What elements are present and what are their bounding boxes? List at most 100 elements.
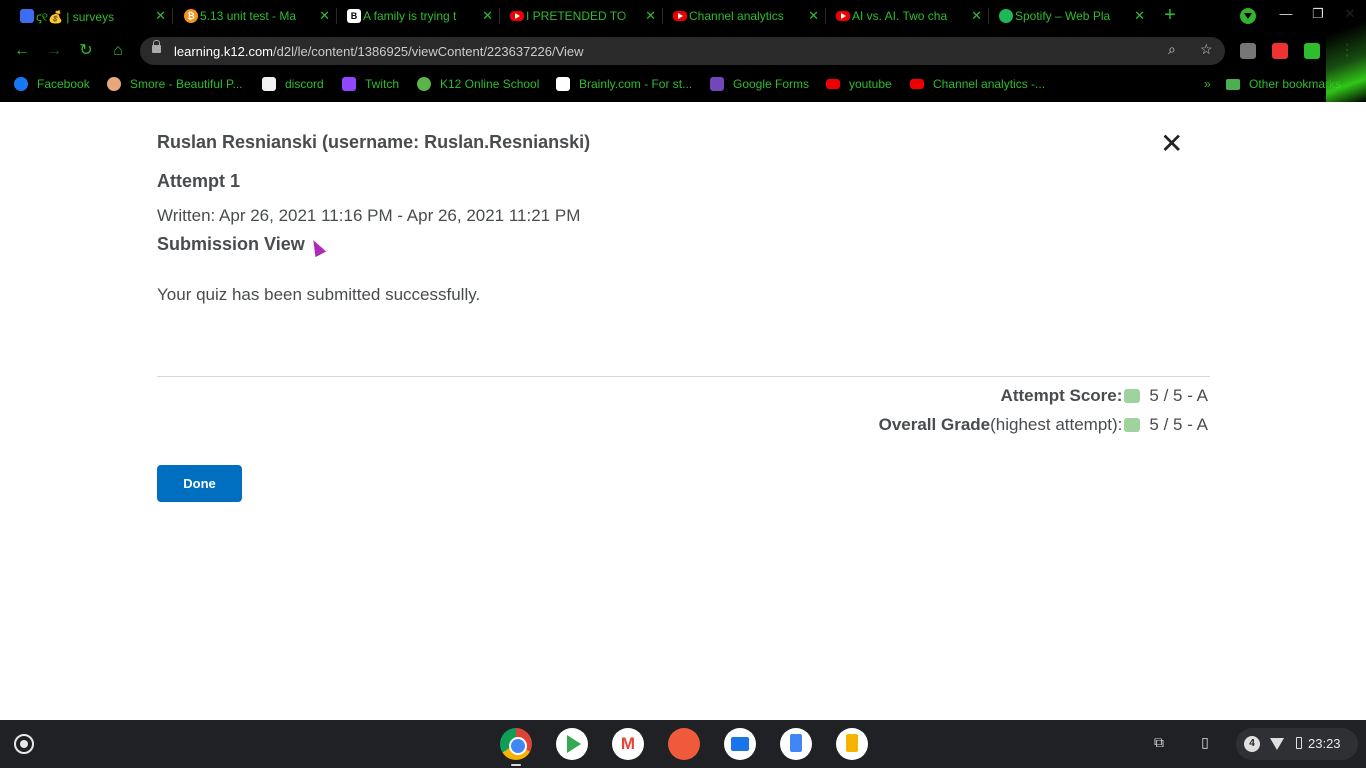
- close-tab-icon[interactable]: ✕: [808, 8, 819, 24]
- bookmark-label: Facebook: [37, 77, 90, 91]
- tab-separator: [988, 8, 989, 24]
- url-host: learning.k12.com: [174, 44, 273, 59]
- zoom-icon[interactable]: ⌕: [1168, 41, 1176, 58]
- forward-arrow-icon[interactable]: →: [45, 42, 63, 60]
- youtube-favicon-icon: [836, 11, 850, 21]
- google-forms-icon: [710, 77, 724, 91]
- tab-separator: [172, 8, 173, 24]
- minimize-icon[interactable]: —: [1276, 6, 1296, 21]
- bookmark-brainly[interactable]: Brainly.com - For st...: [556, 76, 692, 92]
- submission-message: Your quiz has been submitted successfull…: [157, 285, 481, 304]
- attempt-score-label: Attempt Score:: [1000, 386, 1123, 405]
- kebab-menu-icon[interactable]: ⋮: [1338, 42, 1356, 60]
- survey-favicon-icon: [20, 9, 34, 23]
- bookmark-google-forms[interactable]: Google Forms: [710, 76, 809, 92]
- bookmark-facebook[interactable]: Facebook: [14, 76, 90, 92]
- bookmark-label: Channel analytics -...: [933, 77, 1046, 91]
- extension-icon[interactable]: [1240, 43, 1256, 59]
- bookmark-discord[interactable]: discord: [262, 76, 324, 92]
- done-button[interactable]: Done: [157, 465, 242, 502]
- google-slides-icon[interactable]: [836, 728, 868, 760]
- bookmark-label: Smore - Beautiful P...: [130, 77, 243, 91]
- reload-icon[interactable]: ↻: [77, 42, 95, 60]
- tab-separator: [662, 8, 663, 24]
- close-window-icon[interactable]: ✕: [1340, 6, 1360, 22]
- tab-surveys[interactable]: ꞔ୧💰 | surveys ✕: [14, 0, 172, 32]
- tab-unit-test[interactable]: ₿ 5.13 unit test - Ma ✕: [178, 0, 336, 32]
- smore-icon: [107, 77, 121, 91]
- bookmark-channel-analytics[interactable]: Channel analytics -...: [910, 76, 1045, 92]
- home-icon[interactable]: ⌂: [109, 42, 127, 60]
- mouse-cursor-icon: [308, 237, 327, 258]
- files-app-icon[interactable]: [724, 728, 756, 760]
- gmail-icon[interactable]: [612, 728, 644, 760]
- os-shelf: ⧉ ▯ 4 23:23: [0, 720, 1366, 768]
- tab-title: Channel analytics: [689, 9, 784, 23]
- address-bar[interactable]: learning.k12.com/d2l/le/content/1386925/…: [140, 37, 1225, 65]
- restore-icon[interactable]: ❐: [1308, 6, 1328, 22]
- screen-capture-icon[interactable]: ⧉: [1150, 734, 1168, 752]
- youtube-favicon-icon: [510, 11, 524, 21]
- bookmark-label: K12 Online School: [440, 77, 540, 91]
- bookmark-youtube[interactable]: youtube: [826, 76, 892, 92]
- close-tab-icon[interactable]: ✕: [155, 8, 166, 24]
- close-tab-icon[interactable]: ✕: [1134, 8, 1145, 24]
- brainly-favicon-icon: B: [347, 9, 361, 23]
- new-tab-icon[interactable]: +: [1160, 5, 1180, 26]
- chrome-app-icon[interactable]: [500, 728, 532, 760]
- tab-title: AI vs. AI. Two cha: [852, 9, 948, 23]
- tab-title: ꞔ୧💰 | surveys: [36, 9, 115, 24]
- bookmark-star-icon[interactable]: ☆: [1200, 41, 1213, 58]
- close-tab-icon[interactable]: ✕: [482, 8, 493, 24]
- youtube-icon: [826, 79, 840, 89]
- discord-icon: [262, 77, 276, 91]
- url-text[interactable]: learning.k12.com/d2l/le/content/1386925/…: [174, 44, 584, 59]
- tab-ai-vs-ai[interactable]: AI vs. AI. Two cha ✕: [830, 0, 988, 32]
- close-tab-icon[interactable]: ✕: [645, 8, 656, 24]
- tab-title: A family is trying t: [363, 9, 457, 23]
- divider: [157, 376, 1210, 377]
- phone-hub-icon[interactable]: ▯: [1196, 734, 1214, 752]
- youtube-icon: [910, 79, 924, 89]
- google-docs-icon[interactable]: [780, 728, 812, 760]
- tab-title: Spotify – Web Pla: [1015, 9, 1111, 23]
- tab-pretended[interactable]: I PRETENDED TO ✕: [504, 0, 662, 32]
- extension-badge-icon[interactable]: [1272, 43, 1288, 59]
- lock-icon: [152, 40, 161, 53]
- launcher-icon[interactable]: [14, 734, 34, 754]
- tab-channel-analytics[interactable]: Channel analytics ✕: [667, 0, 825, 32]
- tab-spotify[interactable]: Spotify – Web Pla ✕: [993, 0, 1151, 32]
- bookmark-twitch[interactable]: Twitch: [342, 76, 399, 92]
- k12-icon: [417, 77, 431, 91]
- bookmark-label: Google Forms: [733, 77, 810, 91]
- paint-app-icon[interactable]: [668, 728, 700, 760]
- close-icon[interactable]: ✕: [1160, 130, 1183, 158]
- profile-icon[interactable]: [1240, 8, 1256, 24]
- brainly-icon: [556, 77, 570, 91]
- active-app-indicator: [511, 764, 521, 766]
- close-tab-icon[interactable]: ✕: [971, 8, 982, 24]
- url-path: /d2l/le/content/1386925/viewContent/2236…: [273, 44, 584, 59]
- tab-brainly[interactable]: B A family is trying t ✕: [341, 0, 499, 32]
- bookmark-label: discord: [285, 77, 324, 91]
- wifi-icon: [1270, 738, 1284, 750]
- twitch-icon: [342, 77, 356, 91]
- back-arrow-icon[interactable]: ←: [13, 42, 31, 60]
- overall-grade-label: Overall Grade: [878, 415, 991, 434]
- bookmark-k12[interactable]: K12 Online School: [417, 76, 539, 92]
- browser-toolbar: ← → ↻ ⌂ learning.k12.com/d2l/le/content/…: [0, 34, 1366, 68]
- facebook-icon: [14, 77, 28, 91]
- youtube-favicon-icon: [673, 11, 687, 21]
- more-bookmarks-icon[interactable]: »: [1204, 76, 1211, 92]
- other-bookmarks[interactable]: Other bookmarks: [1226, 76, 1341, 92]
- play-store-icon[interactable]: [556, 728, 588, 760]
- puzzle-extensions-icon[interactable]: [1304, 43, 1320, 59]
- status-tray[interactable]: 4 23:23: [1236, 728, 1358, 760]
- battery-icon: [1296, 737, 1302, 749]
- tab-separator: [825, 8, 826, 24]
- tab-strip: ꞔ୧💰 | surveys ✕ ₿ 5.13 unit test - Ma ✕ …: [0, 0, 1366, 32]
- bookmark-smore[interactable]: Smore - Beautiful P...: [107, 76, 243, 92]
- close-tab-icon[interactable]: ✕: [319, 8, 330, 24]
- tab-title: 5.13 unit test - Ma: [200, 9, 297, 23]
- page-content: Ruslan Resnianski (username: Ruslan.Resn…: [0, 102, 1366, 720]
